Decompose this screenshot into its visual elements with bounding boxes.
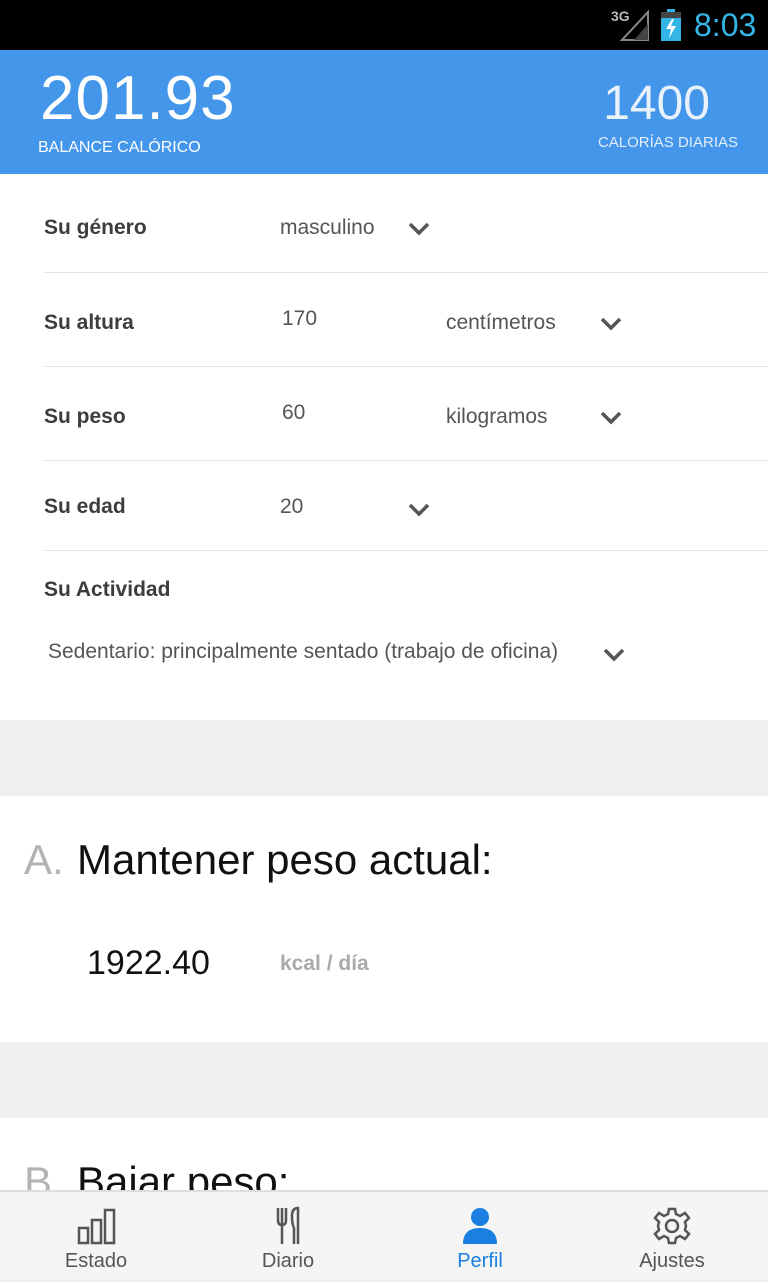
height-unit-select[interactable]: centímetros	[446, 297, 636, 349]
battery-charging-icon	[661, 9, 681, 41]
height-input[interactable]: 170	[282, 307, 317, 331]
height-row: Su altura 170 centímetros	[44, 273, 768, 367]
age-row: Su edad 20	[44, 461, 768, 551]
weight-row: Su peso 60 kilogramos	[44, 367, 768, 461]
signal-icon	[620, 10, 649, 41]
maintain-weight-card: A. Mantener peso actual: 1922.40 kcal / …	[0, 796, 768, 1042]
chevron-down-icon	[600, 317, 622, 331]
weight-unit-select[interactable]: kilogramos	[446, 391, 636, 443]
daily-calories-label: CALORÍAS DIARIAS	[597, 134, 738, 151]
clock: 8:03	[694, 7, 757, 43]
chevron-down-icon	[408, 503, 430, 517]
nav-label: Ajustes	[639, 1250, 705, 1272]
nav-label: Perfil	[457, 1250, 503, 1272]
activity-select[interactable]: Sedentario: principalmente sentado (trab…	[48, 640, 604, 664]
nav-estado[interactable]: Estado	[0, 1192, 192, 1282]
nav-ajustes[interactable]: Ajustes	[576, 1192, 768, 1282]
height-unit-value: centímetros	[446, 311, 556, 334]
status-bar: 3G 8:03	[0, 0, 768, 50]
nav-label: Estado	[64, 1250, 128, 1272]
chevron-down-icon	[600, 411, 622, 425]
kcal-unit: kcal / día	[280, 952, 369, 975]
weight-label: Su peso	[44, 405, 126, 428]
chevron-down-icon	[408, 222, 430, 236]
bottom-nav: Estado Diario Perfil Ajustes	[0, 1190, 768, 1280]
person-icon	[463, 1208, 497, 1244]
bar-chart-icon	[77, 1208, 116, 1245]
nav-label: Diario	[261, 1250, 315, 1272]
plan-letter: A.	[24, 836, 64, 883]
daily-calories-value: 1400	[603, 77, 710, 130]
weight-input[interactable]: 60	[282, 401, 305, 425]
age-value: 20	[280, 495, 304, 518]
plan-title: Mantener peso actual:	[77, 836, 493, 883]
gender-row: Su género masculino	[44, 174, 768, 273]
lose-weight-card: B. Bajar peso:	[0, 1118, 768, 1198]
nav-diario[interactable]: Diario	[192, 1192, 384, 1282]
weight-unit-value: kilogramos	[446, 405, 548, 428]
age-select[interactable]: 20	[280, 481, 440, 533]
profile-form: Su género masculino Su altura 170 centím…	[0, 174, 768, 720]
gender-value: masculino	[280, 216, 375, 239]
calorie-header: 201.93 BALANCE CALÓRICO 1400 CALORÍAS DI…	[0, 50, 768, 174]
maintain-kcal-value: 1922.40	[87, 944, 210, 982]
gender-select[interactable]: masculino	[280, 202, 440, 254]
height-label: Su altura	[44, 311, 134, 334]
gender-label: Su género	[44, 216, 147, 239]
gear-icon	[653, 1207, 691, 1245]
activity-label: Su Actividad	[44, 578, 171, 601]
chevron-down-icon[interactable]	[603, 648, 625, 662]
caloric-balance-value: 201.93	[40, 64, 236, 133]
caloric-balance-label: BALANCE CALÓRICO	[38, 139, 201, 156]
nav-perfil[interactable]: Perfil	[384, 1192, 576, 1282]
age-label: Su edad	[44, 495, 126, 518]
fork-knife-icon	[276, 1206, 300, 1244]
